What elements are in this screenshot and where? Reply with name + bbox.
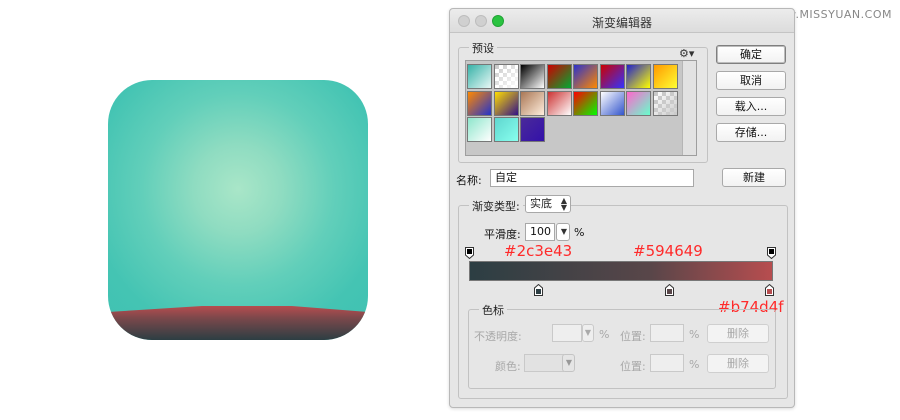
preset-swatch[interactable] (467, 117, 492, 142)
opacity-location-label: 位置: (620, 330, 646, 343)
preset-swatch[interactable] (626, 90, 651, 116)
preset-swatch-grid (465, 60, 697, 156)
smoothness-percent: % (574, 226, 585, 239)
name-input[interactable]: 自定 (490, 169, 694, 187)
preset-swatch[interactable] (546, 90, 572, 116)
preset-swatch[interactable] (626, 64, 651, 89)
preset-swatch[interactable] (573, 90, 598, 116)
smoothness-input[interactable]: 100 (525, 223, 555, 241)
preset-swatch[interactable] (573, 64, 598, 89)
color-label: 颜色: (495, 360, 521, 373)
ok-button[interactable]: 确定 (716, 45, 786, 64)
preset-swatch[interactable] (493, 117, 519, 142)
preset-swatch[interactable] (520, 90, 545, 116)
presets-label: 预设 (469, 40, 497, 56)
new-button[interactable]: 新建 (722, 168, 786, 187)
titlebar: 渐变编辑器 (450, 9, 794, 33)
preset-swatch[interactable] (467, 90, 492, 116)
color-stop-1[interactable] (534, 284, 544, 296)
preset-swatch[interactable] (599, 90, 625, 116)
chevron-down-icon: ▼ (560, 227, 567, 236)
gear-icon[interactable]: ⚙▾ (679, 47, 694, 60)
stop-hex-label-2: #594649 (633, 242, 703, 260)
preset-swatch[interactable] (493, 90, 519, 116)
gradient-type-select[interactable]: 实底 ▲ ▼ (525, 195, 571, 213)
opacity-location-input[interactable] (650, 324, 684, 342)
save-button[interactable]: 存储... (716, 123, 786, 142)
preset-swatch[interactable] (652, 90, 678, 116)
color-dropdown[interactable]: ▼ (562, 354, 575, 372)
preset-swatch[interactable] (599, 64, 625, 89)
opacity-stop-right[interactable] (767, 247, 776, 259)
preset-swatch[interactable] (520, 117, 545, 142)
load-button[interactable]: 载入... (716, 97, 786, 116)
delete-opacity-stop-button[interactable]: 删除 (707, 324, 769, 343)
preset-swatch[interactable] (467, 64, 492, 89)
color-swatch-field[interactable] (524, 354, 564, 372)
opacity-dropdown[interactable]: ▼ (582, 324, 594, 342)
opacity-location-unit: % (689, 328, 700, 341)
opacity-label: 不透明度: (474, 330, 522, 343)
chevron-down-icon: ▼ (584, 328, 591, 337)
preset-swatch[interactable] (520, 64, 545, 89)
color-stops-group (468, 309, 776, 389)
chevron-down-icon: ▼ (565, 358, 572, 367)
opacity-input[interactable] (552, 324, 582, 342)
gradient-preview-bar[interactable] (469, 261, 773, 281)
stepper-arrows-icon: ▲ ▼ (560, 196, 567, 212)
app-icon-illustration (108, 80, 368, 340)
preset-scrollbar[interactable] (682, 61, 696, 155)
window-title: 渐变编辑器 (591, 16, 652, 30)
stop-hex-label-1: #2c3e43 (504, 242, 573, 260)
preset-swatch[interactable] (493, 64, 519, 89)
color-location-label: 位置: (620, 360, 646, 373)
smoothness-label: 平滑度: (484, 228, 521, 241)
color-stops-label: 色标 (479, 302, 507, 318)
color-location-input[interactable] (650, 354, 684, 372)
color-location-unit: % (689, 358, 700, 371)
color-stop-3[interactable] (765, 284, 775, 296)
name-label: 名称: (456, 174, 482, 187)
smoothness-dropdown[interactable]: ▼ (556, 223, 570, 241)
delete-color-stop-button[interactable]: 删除 (707, 354, 769, 373)
preset-swatch[interactable] (652, 64, 678, 89)
gradient-editor-window: 渐变编辑器 预设 ⚙▾ 确定 取消 载入... 存储... 名称: 自定 新建 … (449, 8, 795, 408)
cancel-button[interactable]: 取消 (716, 71, 786, 90)
ground-shape (108, 306, 368, 340)
preset-swatch[interactable] (546, 64, 572, 89)
color-stop-2[interactable] (665, 284, 675, 296)
gradient-type-label: 渐变类型: (469, 198, 523, 214)
opacity-stop-left[interactable] (465, 247, 474, 259)
opacity-unit: % (599, 328, 610, 341)
